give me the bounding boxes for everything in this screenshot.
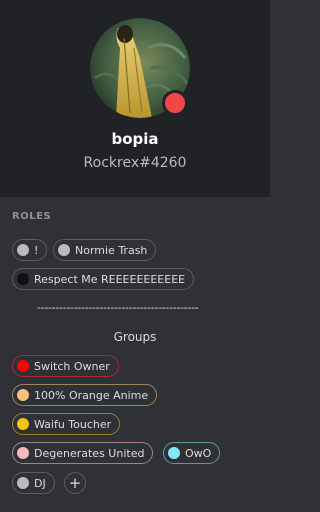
role-pill[interactable]: Switch Owner — [12, 355, 119, 377]
role-label: Degenerates United — [34, 446, 145, 460]
avatar-container[interactable] — [90, 18, 190, 118]
role-color-dot-icon — [17, 244, 29, 256]
role-pill[interactable]: OwO — [163, 442, 221, 464]
role-color-dot-icon — [17, 273, 29, 285]
groups-heading: Groups — [113, 330, 157, 344]
role-color-dot-icon — [17, 360, 29, 372]
role-label: ! — [34, 243, 39, 257]
role-pill[interactable]: ! — [12, 239, 48, 261]
role-label: Waifu Toucher — [34, 417, 112, 431]
role-pill[interactable]: Normie Trash — [53, 239, 157, 261]
user-tag[interactable]: Rockrex#4260 — [0, 155, 270, 171]
role-label: DJ — [34, 476, 46, 490]
role-color-dot-icon — [17, 418, 29, 430]
role-color-dot-icon — [17, 389, 29, 401]
role-label: Switch Owner — [34, 359, 110, 373]
role-pill[interactable]: Waifu Toucher — [12, 413, 121, 435]
role-color-dot-icon — [168, 447, 180, 459]
username[interactable]: bopia — [0, 130, 270, 148]
role-label: Normie Trash — [75, 243, 148, 257]
profile-header: bopia Rockrex#4260 — [0, 0, 270, 197]
role-color-dot-icon — [17, 477, 29, 489]
plus-icon: + — [68, 473, 82, 492]
status-dnd-icon — [162, 90, 188, 116]
role-color-dot-icon — [58, 244, 70, 256]
roles-heading: ROLES — [12, 211, 52, 222]
role-label: 100% Orange Anime — [34, 388, 149, 402]
role-color-dot-icon — [17, 447, 29, 459]
role-label: Respect Me REEEEEEEEEEE — [34, 272, 186, 286]
role-pill[interactable]: DJ — [12, 472, 55, 494]
add-role-button[interactable]: + — [64, 472, 86, 494]
role-pill[interactable]: Degenerates United — [12, 442, 154, 464]
role-pill[interactable]: Respect Me REEEEEEEEEEE — [12, 268, 195, 290]
role-pill[interactable]: 100% Orange Anime — [12, 384, 158, 406]
role-label: OwO — [185, 446, 212, 460]
role-divider: ----------------------------------------… — [37, 301, 199, 314]
